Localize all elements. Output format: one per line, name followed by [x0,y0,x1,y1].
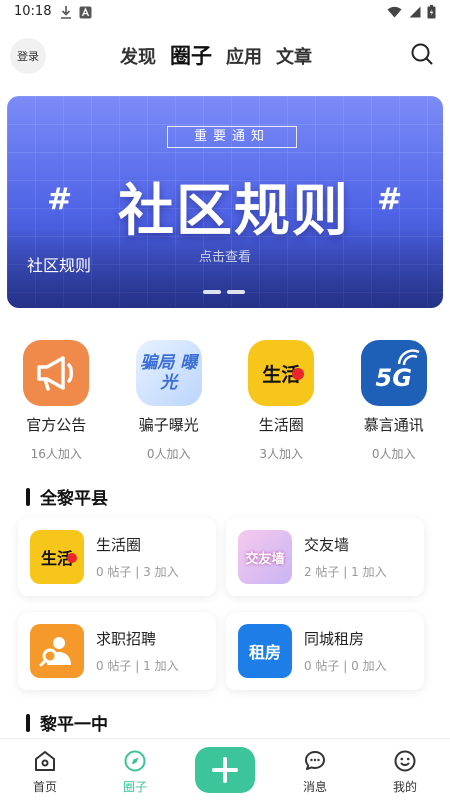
banner-headline: 社区规则 [118,179,350,244]
wifi-icon [387,6,402,18]
circle-card-rent[interactable]: 租房 同城租房 0 帖子 | 0 加入 [226,612,424,690]
login-button[interactable]: 登录 [10,38,46,74]
section-title-text: 黎平一中 [40,715,108,735]
card-meta: 2 帖子 | 1 加入 [304,565,387,579]
tab-label: 首页 [32,780,57,794]
megaphone-icon [23,340,90,406]
signal-icon [409,6,421,18]
section-title-text: 全黎平县 [40,489,108,509]
card-name: 求职招聘 [96,630,157,648]
scam-exposure-icon-text: 骗局 曝光 [140,353,198,393]
tab-discover[interactable]: 发现 [120,43,156,69]
quick-item-label: 生活圈 [258,416,304,434]
chat-icon [305,751,325,770]
card-name: 生活圈 [96,536,142,554]
quick-item-count: 3人加入 [259,447,304,461]
quick-item-label: 骗子曝光 [138,416,199,434]
quick-item-label: 官方公告 [26,416,87,434]
circle-card-life[interactable]: 生活 生活圈 0 帖子 | 3 加入 [18,518,216,596]
red-dot [67,553,77,563]
quick-item-announcements[interactable]: 官方公告 16人加入 [0,340,113,462]
quick-item-count: 16人加入 [30,447,82,461]
quick-item-scam-exposure[interactable]: 骗局 曝光 骗子曝光 0人加入 [113,340,226,462]
life-circle-icon: 生活 [248,340,315,406]
circle-cards-grid: 生活 生活圈 0 帖子 | 3 加入 交友墙 交友墙 2 帖子 | 1 加入 求… [18,518,432,690]
section-title-liping-no1-middle-school: 黎平一中 [26,710,108,735]
section-title-bar [26,713,30,732]
quick-item-count: 0人加入 [371,447,416,461]
app-screen: 10:18 登录 发现 圈子 应用 文章 重要通知 # 社区规则 # 点击查看 … [0,0,450,800]
banner-dot [203,290,221,294]
smiley-icon [394,750,416,772]
section-title-liping-county: 全黎平县 [26,484,108,509]
banner-pagination-dots [203,290,245,294]
font-app-icon [79,6,92,18]
community-rules-banner[interactable]: 重要通知 # 社区规则 # 点击查看 社区规则 [7,96,443,308]
download-icon [61,6,71,19]
section-title-bar [26,487,30,506]
bottom-tab-bar: 首页 圈子 消息 我的 [0,738,450,800]
card-meta: 0 帖子 | 3 加入 [96,565,179,579]
life-circle-icon: 生活 [30,530,84,584]
tab-circles-bottom[interactable]: 圈子 [90,739,180,800]
top-nav-tabs: 发现 圈子 应用 文章 [120,40,312,70]
quick-item-count: 0人加入 [146,447,191,461]
circle-card-friend-wall[interactable]: 交友墙 交友墙 2 帖子 | 1 加入 [226,518,424,596]
job-search-icon [30,624,84,678]
friend-wall-icon: 交友墙 [238,530,292,584]
card-name: 同城租房 [304,630,365,648]
card-meta: 0 帖子 | 0 加入 [304,659,387,673]
add-post-button[interactable] [195,747,255,793]
rent-icon: 租房 [238,624,292,678]
tab-label: 我的 [392,780,417,794]
card-meta: 0 帖子 | 1 加入 [96,659,179,673]
friend-wall-icon-text: 交友墙 [245,551,285,567]
status-bar: 10:18 [0,0,450,26]
banner-caption: 社区规则 [27,256,92,275]
quick-item-life-circle[interactable]: 生活 生活圈 3人加入 [225,340,338,462]
banner-hash-left: # [47,182,73,217]
tab-circles[interactable]: 圈子 [170,40,212,70]
banner-dot [227,290,245,294]
tab-label: 圈子 [122,780,147,794]
tab-label: 消息 [302,780,327,794]
red-dot [292,368,305,380]
quick-circles-row: 官方公告 16人加入 骗局 曝光 骗子曝光 0人加入 生活 生活圈 3人加入 5… [0,340,450,462]
search-icon[interactable] [410,42,434,66]
5g-icon: 5G [360,340,427,406]
add-post-container [180,739,270,800]
status-time: 10:18 [14,4,52,19]
quick-item-label: 慕言通讯 [363,416,424,434]
top-header: 登录 发现 圈子 应用 文章 [0,30,450,82]
quick-item-muyan-telecom[interactable]: 5G 慕言通讯 0人加入 [338,340,450,462]
tab-articles[interactable]: 文章 [276,43,312,69]
card-name: 交友墙 [304,536,350,554]
plus-icon [212,757,238,783]
battery-icon [427,5,436,19]
tab-messages[interactable]: 消息 [270,739,360,800]
rent-icon-text: 租房 [248,643,281,662]
tab-apps[interactable]: 应用 [226,43,262,69]
banner-notice-label: 重要通知 [167,126,297,148]
compass-icon [124,750,146,772]
banner-hash-right: # [377,182,403,217]
5g-icon-text: 5G [375,364,412,392]
tab-home[interactable]: 首页 [0,739,90,800]
tab-profile[interactable]: 我的 [360,739,450,800]
home-icon [35,751,55,771]
scam-exposure-icon: 骗局 曝光 [135,340,202,406]
circle-card-jobs[interactable]: 求职招聘 0 帖子 | 1 加入 [18,612,216,690]
